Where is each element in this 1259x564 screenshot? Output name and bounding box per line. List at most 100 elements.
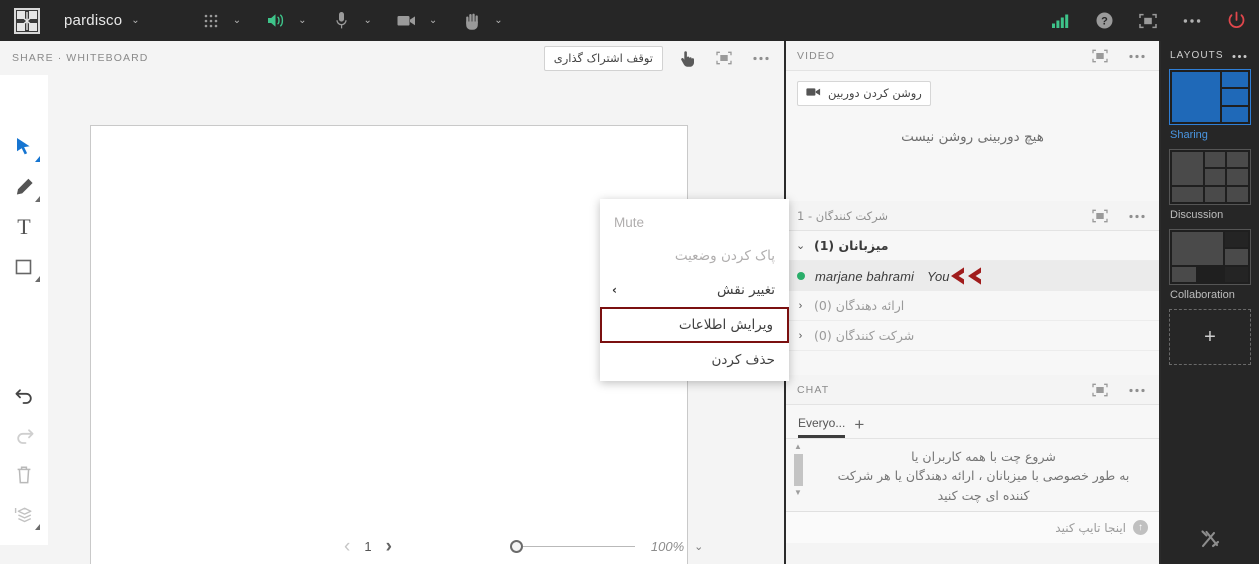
undo-tool[interactable]	[4, 375, 44, 415]
more-options-icon[interactable]	[1179, 8, 1205, 34]
context-menu-item-mute[interactable]: Mute	[600, 205, 789, 239]
hammer-wrench-icon[interactable]	[1198, 527, 1222, 556]
layout-option-sharing[interactable]: Sharing	[1169, 69, 1251, 141]
speaker-control[interactable]: ⌄	[263, 8, 306, 34]
layout-thumbnail-discussion[interactable]	[1169, 149, 1251, 205]
signal-bars-icon[interactable]	[1047, 8, 1073, 34]
layout-thumbnail-sharing[interactable]	[1169, 69, 1251, 125]
chat-input-placeholder[interactable]: اینجا تایپ کنید	[1055, 521, 1126, 535]
raise-hand-control[interactable]: ⌄	[459, 8, 503, 34]
power-leave-icon[interactable]	[1223, 8, 1249, 34]
help-question-icon[interactable]: ?	[1091, 8, 1117, 34]
layout-cell	[1227, 152, 1248, 168]
context-menu-item-clear-status[interactable]: پاک کردن وضعیت	[600, 239, 789, 273]
participant-row-marjane-bahrami[interactable]: marjane bahrami You	[786, 261, 1159, 291]
layout-cell	[1204, 152, 1226, 168]
hosts-twisty-chevron-down-icon[interactable]: ⌄	[796, 239, 805, 252]
redo-tool[interactable]	[4, 415, 44, 455]
participants-panel-header: شرکت کنندگان - 1	[786, 201, 1159, 231]
layout-cell	[1172, 152, 1203, 185]
apps-control[interactable]: ⌄	[198, 8, 241, 34]
whiteboard-bottom-tools	[0, 375, 48, 535]
layout-cell	[1222, 89, 1248, 105]
share-more-options-icon[interactable]	[748, 45, 774, 71]
context-menu-item-edit-info[interactable]: ویرایش اطلاعات	[600, 307, 789, 343]
presenters-twisty-chevron-right-icon[interactable]: ›	[796, 300, 805, 312]
chat-input-row[interactable]: اینجا تایپ کنید ↑	[786, 511, 1159, 543]
speaker-icon[interactable]	[263, 8, 289, 34]
participants-panel-actions	[1087, 201, 1150, 231]
select-tool[interactable]	[4, 127, 44, 167]
fullscreen-icon[interactable]	[1135, 8, 1161, 34]
layouts-more-options-icon[interactable]	[1232, 46, 1247, 64]
layout-thumbnail-collaboration[interactable]	[1169, 229, 1251, 285]
add-chat-tab-button[interactable]: +	[854, 415, 864, 438]
layout-option-collaboration[interactable]: Collaboration	[1169, 229, 1251, 301]
previous-page-button[interactable]: ‹	[344, 537, 350, 556]
pencil-tool[interactable]	[4, 167, 44, 207]
layout-label-discussion: Discussion	[1170, 209, 1224, 221]
chat-scrollbar[interactable]: ▲ ▼	[792, 443, 804, 505]
pencil-tool-options-icon[interactable]	[35, 196, 40, 202]
text-tool[interactable]: T	[4, 207, 44, 247]
video-pop-out-icon[interactable]	[1087, 43, 1113, 69]
context-menu-item-label: حذف کردن	[711, 352, 775, 368]
chat-pop-out-icon[interactable]	[1087, 377, 1113, 403]
whiteboard-canvas[interactable]	[90, 125, 688, 564]
context-menu-item-label: Mute	[614, 214, 645, 230]
top-toolbar-right-group: ?	[1047, 0, 1249, 41]
apps-chevron-down-icon[interactable]: ⌄	[233, 15, 241, 26]
turn-on-camera-button[interactable]: روشن کردن دوربین	[797, 81, 931, 106]
participant-group-attendees[interactable]: › شرکت کنندگان (0)	[786, 321, 1159, 351]
camera-control[interactable]: ⌄	[394, 8, 437, 34]
zoom-slider-track[interactable]	[522, 545, 635, 547]
delete-tool[interactable]	[4, 455, 44, 495]
microphone-control[interactable]: ⌄	[328, 8, 372, 34]
chat-messages-area: ▲ ▼ شروع چت با همه کاربران یا به طور خصو…	[786, 439, 1159, 511]
chat-panel-title: CHAT	[797, 383, 830, 396]
camera-chevron-down-icon[interactable]: ⌄	[429, 15, 437, 26]
speaker-chevron-down-icon[interactable]: ⌄	[298, 15, 306, 26]
shape-tool-options-icon[interactable]	[35, 276, 40, 282]
scroll-down-arrow-icon[interactable]: ▼	[794, 489, 802, 497]
chat-tab-everyone[interactable]: Everyo...	[798, 416, 846, 438]
participants-pop-out-icon[interactable]	[1087, 203, 1113, 229]
select-tool-options-icon[interactable]	[35, 156, 40, 162]
raise-hand-icon[interactable]	[459, 8, 485, 34]
chat-more-options-icon[interactable]	[1124, 377, 1150, 403]
next-page-button[interactable]: ›	[386, 537, 392, 556]
camera-icon[interactable]	[394, 8, 420, 34]
participants-more-options-icon[interactable]	[1124, 203, 1150, 229]
scroll-up-arrow-icon[interactable]: ▲	[794, 443, 802, 451]
shape-tool[interactable]	[4, 247, 44, 287]
add-layout-button[interactable]: +	[1169, 309, 1251, 365]
microphone-icon[interactable]	[328, 8, 354, 34]
zoom-slider[interactable]: 100% ⌄	[509, 539, 703, 554]
attendees-twisty-chevron-right-icon[interactable]: ›	[796, 330, 805, 342]
layers-tool-options-icon[interactable]	[35, 524, 40, 530]
layout-cell	[1224, 232, 1248, 248]
video-panel-body: روشن کردن دوربین هیچ دوربینی روشن نیست	[786, 71, 1159, 201]
video-panel-title: VIDEO	[797, 49, 836, 62]
context-menu-item-change-role[interactable]: تغییر نقش ›	[600, 273, 789, 307]
zoom-slider-handle[interactable]	[509, 539, 523, 553]
layout-option-discussion[interactable]: Discussion	[1169, 149, 1251, 221]
participant-group-presenters[interactable]: › ارائه دهندگان (0)	[786, 291, 1159, 321]
context-menu-item-remove[interactable]: حذف کردن	[600, 343, 789, 377]
raise-hand-chevron-down-icon[interactable]: ⌄	[494, 15, 502, 26]
info-circle-icon[interactable]: ↑	[1133, 520, 1148, 535]
participant-context-menu: Mute پاک کردن وضعیت تغییر نقش › ویرایش ا…	[600, 199, 789, 381]
participant-group-hosts[interactable]: ⌄ میزبانان (1)	[786, 231, 1159, 261]
app-logo-icon[interactable]	[14, 7, 40, 34]
video-more-options-icon[interactable]	[1124, 43, 1150, 69]
apps-grid-icon[interactable]	[198, 8, 224, 34]
layout-cell	[1172, 72, 1221, 122]
hand-pointer-icon[interactable]	[674, 45, 700, 71]
pop-out-icon[interactable]	[711, 45, 737, 71]
microphone-chevron-down-icon[interactable]: ⌄	[363, 15, 371, 26]
zoom-chevron-down-icon[interactable]: ⌄	[694, 540, 703, 553]
room-chevron-down-icon[interactable]: ⌄	[131, 15, 139, 26]
layers-tool[interactable]	[4, 495, 44, 535]
scrollbar-thumb[interactable]	[793, 454, 803, 486]
stop-sharing-button[interactable]: توقف اشتراک گذاری	[543, 45, 663, 71]
